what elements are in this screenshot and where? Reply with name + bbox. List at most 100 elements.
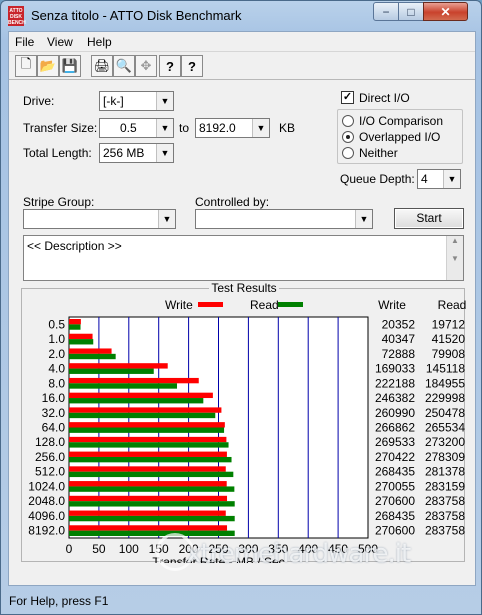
controlled-by-label: Controlled by: xyxy=(195,195,270,209)
write-value: 222188 xyxy=(375,376,415,390)
transfer-size-to-value: 8192.0 xyxy=(199,121,236,135)
write-value: 270600 xyxy=(375,494,415,508)
read-value: 281378 xyxy=(425,465,465,479)
write-bar xyxy=(69,481,227,487)
drive-value: [-k-] xyxy=(103,94,124,108)
title-bar[interactable]: ATTO DISK BENCH Senza titolo - ATTO Disk… xyxy=(1,1,481,31)
close-button[interactable]: ✕ xyxy=(423,2,468,21)
window-title: Senza titolo - ATTO Disk Benchmark xyxy=(31,8,242,23)
start-button[interactable]: Start xyxy=(394,208,464,229)
client-area: File View Help 🗋 📂 💾 🖨 🔍 ✥ ? ? Drive: [-… xyxy=(8,31,476,586)
queue-depth-select[interactable]: 4 ▼ xyxy=(417,169,461,189)
y-tick-label: 4.0 xyxy=(48,362,65,376)
chevron-down-icon[interactable]: ▼ xyxy=(443,170,460,188)
read-value: 229998 xyxy=(425,391,465,405)
context-help-icon[interactable]: ? xyxy=(181,55,203,77)
write-bar xyxy=(69,466,226,472)
legend-label: Read xyxy=(250,298,279,312)
description-scrollbar[interactable]: ▲ ▼ xyxy=(446,236,463,280)
x-tick-label: 100 xyxy=(119,542,139,556)
write-bar xyxy=(69,363,168,369)
read-bar xyxy=(69,486,235,492)
write-bar xyxy=(69,377,199,384)
value-column-header: Write xyxy=(378,298,406,312)
transfer-size-to-label: to xyxy=(179,121,190,135)
transfer-size-label: Transfer Size: xyxy=(23,121,98,135)
read-value: 184955 xyxy=(425,376,465,390)
read-value: 283758 xyxy=(425,494,465,508)
write-value: 269533 xyxy=(375,435,415,449)
chevron-down-icon[interactable]: ▼ xyxy=(158,210,175,228)
y-tick-label: 16.0 xyxy=(42,391,66,405)
menu-help[interactable]: Help xyxy=(87,35,112,49)
chevron-down-icon[interactable]: ▼ xyxy=(156,92,173,110)
move-icon[interactable]: ✥ xyxy=(135,55,157,77)
minimize-button[interactable]: − xyxy=(373,2,399,21)
y-tick-label: 2048.0 xyxy=(28,494,65,508)
y-tick-label: 256.0 xyxy=(35,450,65,464)
write-value: 268435 xyxy=(375,465,415,479)
open-folder-icon[interactable]: 📂 xyxy=(37,55,59,77)
read-bar xyxy=(69,530,235,536)
read-value: 265534 xyxy=(425,421,465,435)
read-bar xyxy=(69,515,235,522)
legend-swatch xyxy=(278,302,303,307)
read-bar xyxy=(69,353,116,360)
write-bar xyxy=(69,422,225,428)
read-value: 278309 xyxy=(425,450,465,464)
drive-label: Drive: xyxy=(23,94,55,108)
write-bar xyxy=(69,392,213,399)
y-tick-label: 8192.0 xyxy=(28,524,65,538)
app-window: ATTO DISK BENCH Senza titolo - ATTO Disk… xyxy=(0,0,482,615)
description-field[interactable]: << Description >> ▲ ▼ xyxy=(23,235,464,281)
stripe-group-select[interactable]: ▼ xyxy=(23,209,176,229)
overlapped-io-label: Overlapped I/O xyxy=(359,130,441,144)
controlled-by-select[interactable]: ▼ xyxy=(195,209,373,229)
maximize-button[interactable]: □ xyxy=(398,2,424,21)
total-length-select[interactable]: 256 MB ▼ xyxy=(99,143,174,163)
legend-swatch xyxy=(198,302,223,307)
transfer-size-unit: KB xyxy=(279,121,296,135)
neither-label: Neither xyxy=(359,146,398,160)
menu-view[interactable]: View xyxy=(47,35,73,49)
status-text: For Help, press F1 xyxy=(9,594,109,608)
queue-depth-value: 4 xyxy=(421,172,428,186)
transfer-size-from-select[interactable]: 0.5 ▼ xyxy=(99,118,174,138)
chevron-down-icon[interactable]: ▼ xyxy=(355,210,372,228)
write-value: 40347 xyxy=(382,332,416,346)
help-icon[interactable]: ? xyxy=(159,55,181,77)
write-value: 246382 xyxy=(375,391,415,405)
transfer-size-to-select[interactable]: 8192.0 ▼ xyxy=(195,118,270,138)
menu-file[interactable]: File xyxy=(15,35,34,49)
read-value: 145118 xyxy=(426,362,465,376)
overlapped-io-radio[interactable] xyxy=(342,131,354,143)
read-bar xyxy=(69,398,204,404)
chevron-down-icon[interactable]: ▼ xyxy=(156,119,173,137)
write-bar xyxy=(69,510,226,516)
atto-app-icon[interactable]: ATTO DISK BENCH xyxy=(8,6,26,26)
direct-io-checkbox[interactable]: ✓ xyxy=(341,91,354,104)
legend-label: Write xyxy=(165,298,193,312)
save-icon[interactable]: 💾 xyxy=(59,55,81,77)
y-tick-label: 0.5 xyxy=(48,317,65,331)
x-tick-label: 50 xyxy=(92,542,106,556)
stripe-group-label: Stripe Group: xyxy=(23,195,95,209)
chevron-down-icon[interactable]: ▼ xyxy=(156,144,173,162)
io-comparison-label: I/O Comparison xyxy=(359,114,444,128)
print-preview-icon[interactable]: 🔍 xyxy=(113,55,135,77)
y-tick-label: 1024.0 xyxy=(28,479,65,493)
io-mode-group: I/O Comparison Overlapped I/O Neither xyxy=(337,109,463,164)
chevron-down-icon[interactable]: ▼ xyxy=(252,119,269,137)
read-bar xyxy=(69,501,235,507)
new-file-icon[interactable]: 🗋 xyxy=(15,55,37,77)
test-results-group: Test Results 0 50 100 150 200 250 300 350 400 450… xyxy=(21,281,466,563)
read-bar xyxy=(69,471,234,478)
drive-select[interactable]: [-k-] ▼ xyxy=(99,91,174,111)
y-tick-label: 32.0 xyxy=(42,406,66,420)
write-value: 270422 xyxy=(375,450,415,464)
neither-radio[interactable] xyxy=(342,147,354,159)
write-bar xyxy=(69,451,227,457)
print-icon[interactable]: 🖨 xyxy=(91,55,113,77)
read-bar xyxy=(69,339,94,345)
io-comparison-radio[interactable] xyxy=(342,115,354,127)
